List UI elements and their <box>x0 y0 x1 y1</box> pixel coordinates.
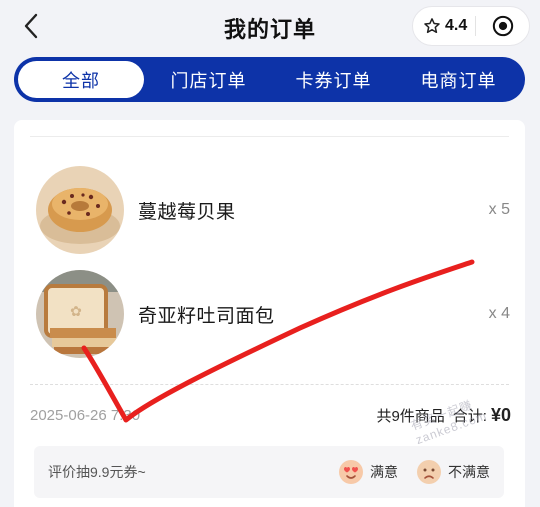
target-button[interactable] <box>476 15 529 37</box>
dashed-divider <box>30 384 509 385</box>
tab-ecommerce-orders[interactable]: 电商订单 <box>396 61 521 98</box>
tab-voucher-orders[interactable]: 卡券订单 <box>271 61 396 98</box>
review-prompt: 评价抽9.9元券~ <box>48 464 146 480</box>
tab-store-orders[interactable]: 门店订单 <box>146 61 271 98</box>
target-icon <box>492 15 513 37</box>
star-outline-icon <box>424 18 440 34</box>
item-name: 蔓越莓贝果 <box>138 201 236 223</box>
satisfied-button[interactable]: 满意 <box>338 459 398 485</box>
card-divider <box>30 136 509 137</box>
rating-button[interactable]: 4.4 <box>413 17 475 35</box>
heart-eyes-emoji-icon <box>339 460 363 484</box>
top-bar: 我的订单 4.4 <box>0 0 540 52</box>
order-card[interactable]: 蔓越莓贝果 x 5 ✿ 奇亚籽吐司面包 x 4 2025-06-26 7:30 … <box>14 120 525 507</box>
order-time: 2025-06-26 7:30 <box>30 407 141 424</box>
tab-all[interactable]: 全部 <box>18 61 144 98</box>
order-item[interactable]: ✿ 奇亚籽吐司面包 x 4 <box>36 270 512 358</box>
sad-face-emoji-icon <box>417 460 441 484</box>
order-tabs: 全部 门店订单 卡券订单 电商订单 <box>14 57 525 102</box>
order-item[interactable]: 蔓越莓贝果 x 5 <box>36 166 512 254</box>
satisfied-label: 满意 <box>370 464 398 480</box>
item-quantity: x 4 <box>488 305 510 322</box>
bagel-image <box>36 166 124 254</box>
toast-bread-image: ✿ <box>36 270 124 358</box>
unsatisfied-label: 不满意 <box>448 464 490 480</box>
mini-program-capsule: 4.4 <box>412 6 530 46</box>
unsatisfied-button[interactable]: 不满意 <box>416 459 490 485</box>
item-name: 奇亚籽吐司面包 <box>138 305 275 327</box>
item-quantity: x 5 <box>488 201 510 218</box>
svg-text:✿: ✿ <box>70 303 82 319</box>
rating-value: 4.4 <box>445 17 468 34</box>
review-bar: 评价抽9.9元券~ 满意 不满意 <box>34 446 504 498</box>
